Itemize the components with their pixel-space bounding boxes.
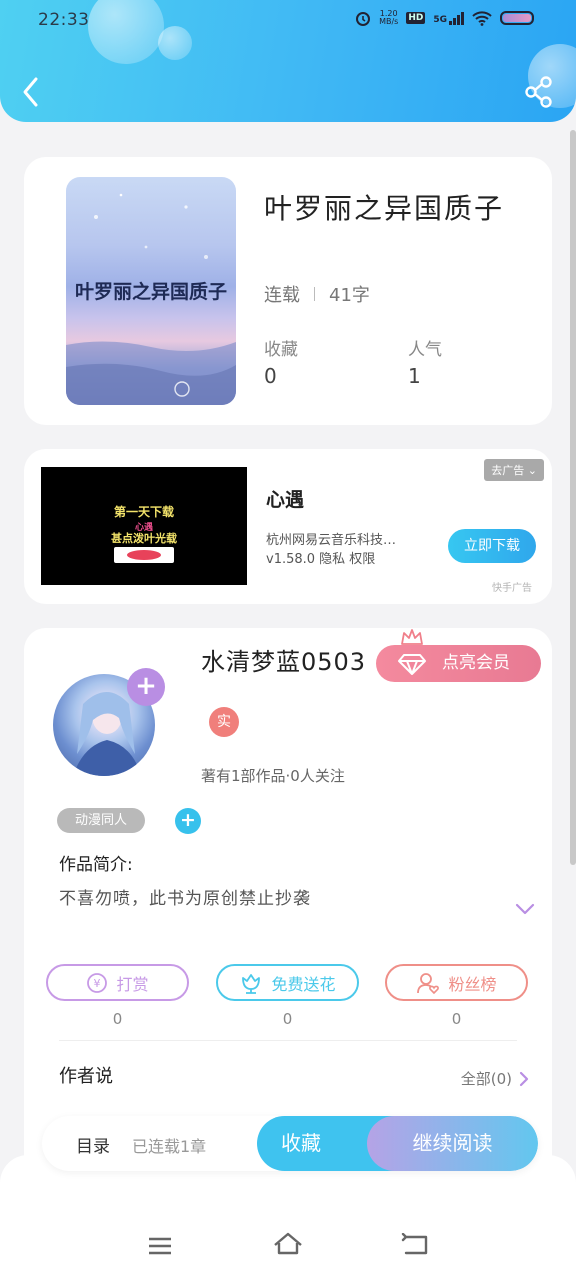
intro-label: 作品简介:: [59, 855, 133, 875]
chevron-right-icon: [519, 1071, 529, 1086]
verified-badge: 实: [209, 707, 239, 737]
hd-icon: HD: [406, 12, 426, 24]
share-icon[interactable]: [524, 76, 554, 108]
cover-title: 叶罗丽之异国质子: [74, 281, 227, 303]
signal-icon: 5G: [433, 11, 464, 25]
status-icons: 1.20 MB/s HD 5G: [355, 10, 534, 26]
author-name: 水清梦蓝0503: [201, 648, 367, 676]
ad-image[interactable]: 第一天下载 心遇 甚点泼叶光载: [41, 467, 247, 585]
alarm-icon: [356, 12, 371, 26]
author-says-title: 作者说: [59, 1066, 113, 1087]
header-bar: 22:33 1.20 MB/s HD 5G: [0, 0, 576, 122]
vip-button[interactable]: 点亮会员: [376, 645, 541, 682]
chevron-down-icon: ⌄: [527, 464, 537, 477]
network-speed: 1.20 MB/s: [379, 9, 399, 26]
flower-icon: [242, 973, 261, 994]
book-info-card: 叶罗丽之异国质子 叶罗丽之异国质子 连载 41字 收藏 0 人气 1: [24, 157, 552, 425]
back-arrow-icon[interactable]: [20, 76, 42, 108]
ad-image-line: 甚点泼叶光载: [111, 532, 177, 545]
decor-bubble: [158, 26, 192, 60]
author-meta: 著有1部作品·0人关注: [201, 767, 345, 785]
battery-icon: [500, 11, 534, 25]
author-card: + 水清梦蓝0503 点亮会员 实 著有1部作品·0人关注 动漫同人 + 作品简…: [24, 628, 552, 1188]
reward-count: 0: [112, 1010, 123, 1028]
reward-button[interactable]: ¥ 打赏: [46, 964, 189, 1001]
word-count: 41字: [329, 285, 370, 306]
toc-button[interactable]: 目录: [76, 1132, 110, 1157]
expand-chevron-icon[interactable]: [514, 902, 536, 916]
author-says-all-link[interactable]: 全部(0): [461, 1068, 530, 1089]
favorites-value: 0: [264, 364, 277, 388]
bottom-action-bar: 目录 已连载1章 收藏 继续阅读: [42, 1116, 538, 1171]
wifi-icon: [472, 11, 492, 26]
ad-version[interactable]: v1.58.0 隐私 权限: [266, 548, 375, 567]
popularity-value: 1: [408, 364, 421, 388]
status-time: 22:33: [38, 10, 90, 30]
reward-label: 打赏: [116, 974, 149, 994]
svg-text:¥: ¥: [94, 977, 101, 990]
toc-status: 已连载1章: [132, 1137, 207, 1156]
fan-rank-button[interactable]: 粉丝榜: [385, 964, 528, 1001]
genre-tag[interactable]: 动漫同人: [57, 808, 145, 833]
book-cover[interactable]: 叶罗丽之异国质子: [66, 177, 236, 405]
send-flower-label: 免费送花: [271, 974, 336, 994]
continue-reading-button[interactable]: 继续阅读: [367, 1116, 538, 1171]
fan-rank-label: 粉丝榜: [448, 974, 497, 994]
ad-title: 心遇: [266, 489, 305, 511]
follow-plus-button[interactable]: +: [127, 668, 165, 706]
coin-icon: ¥: [87, 972, 108, 993]
ad-image-logo: [114, 547, 174, 563]
divider: [59, 1040, 517, 1041]
ad-card[interactable]: 第一天下载 心遇 甚点泼叶光载 去广告 ⌄ 心遇 杭州网易云音乐科技… v1.5…: [24, 449, 552, 604]
crown-icon: [401, 629, 423, 645]
menu-icon[interactable]: [146, 1235, 174, 1257]
intro-text: 不喜勿喷，此书为原创禁止抄袭: [59, 889, 311, 909]
ad-company: 杭州网易云音乐科技…: [266, 533, 397, 548]
back-icon[interactable]: [400, 1233, 432, 1257]
favorites-label: 收藏: [264, 340, 298, 360]
divider: [314, 287, 315, 301]
home-icon[interactable]: [272, 1231, 304, 1257]
add-tag-button[interactable]: +: [175, 808, 201, 834]
system-nav-bar: [0, 1155, 576, 1280]
book-status-row: 连载 41字: [264, 281, 370, 307]
popularity-label: 人气: [408, 340, 442, 360]
send-flower-count: 0: [282, 1010, 293, 1028]
book-title: 叶罗丽之异国质子: [264, 192, 505, 225]
remove-ad-button[interactable]: 去广告 ⌄: [484, 459, 544, 481]
author-says-all-label: 全部(0): [460, 1070, 512, 1088]
fan-rank-count: 0: [451, 1010, 462, 1028]
serial-status: 连载: [264, 285, 300, 306]
scrollbar[interactable]: [570, 130, 576, 865]
diamond-icon: [398, 654, 426, 675]
ad-download-button[interactable]: 立即下载: [448, 529, 536, 563]
ad-source: 快手广告: [492, 583, 532, 594]
ad-image-line: 第一天下载: [113, 505, 174, 519]
send-flower-button[interactable]: 免费送花: [216, 964, 359, 1001]
vip-label: 点亮会员: [442, 653, 510, 673]
fan-rank-icon: [417, 972, 440, 994]
decor-bubble: [88, 0, 164, 64]
